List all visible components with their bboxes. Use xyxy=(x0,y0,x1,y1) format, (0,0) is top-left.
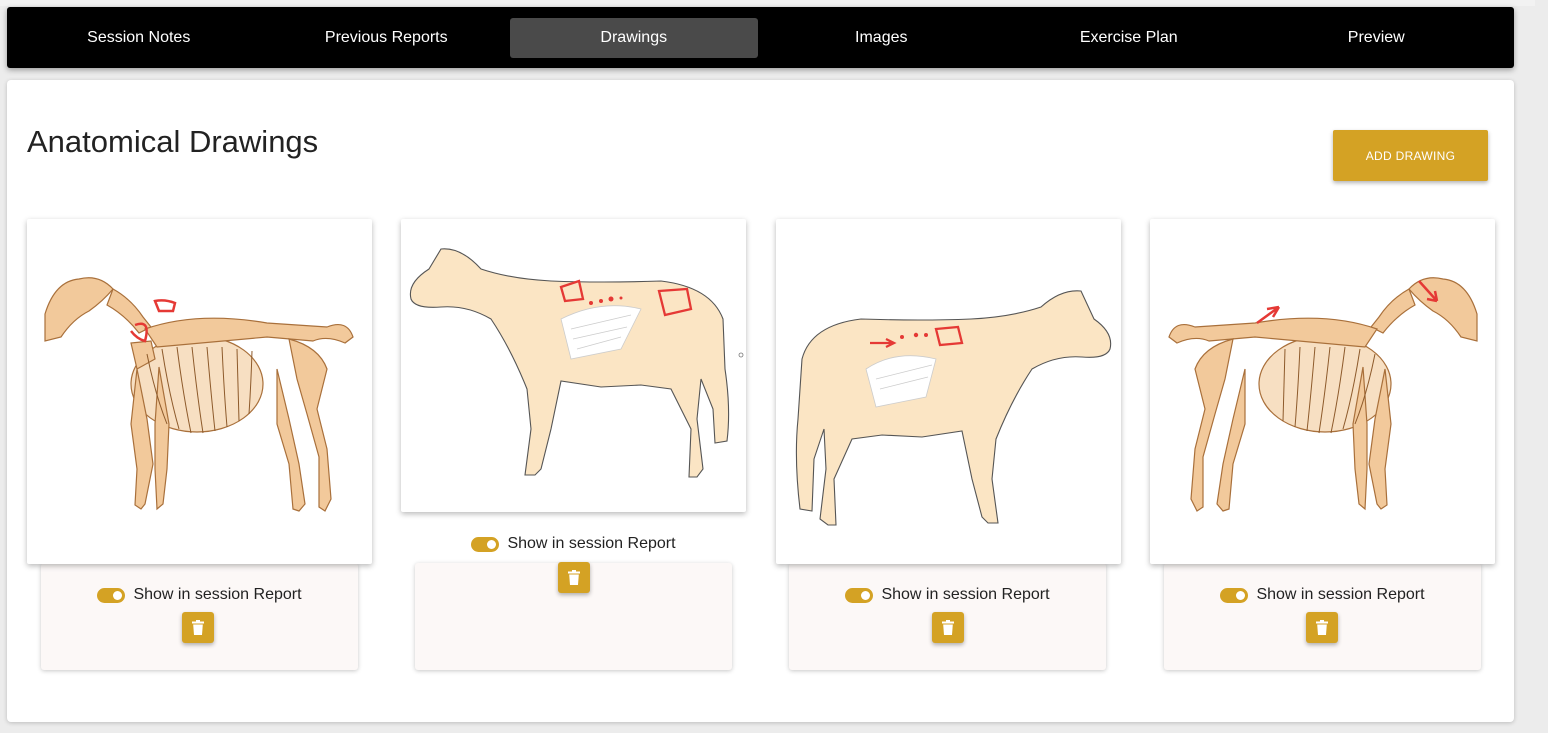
tab-session-notes[interactable]: Session Notes xyxy=(15,18,263,58)
drawing-card-footer-4: Show in session Report xyxy=(1164,563,1481,670)
show-in-report-row: Show in session Report xyxy=(41,584,358,606)
show-in-report-toggle[interactable] xyxy=(97,587,126,603)
drawing-card-footer-2: Show in session Report xyxy=(415,535,732,670)
add-drawing-button[interactable]: ADD DRAWING xyxy=(1333,130,1488,181)
page-title: Anatomical Drawings xyxy=(27,124,319,159)
delete-drawing-button[interactable] xyxy=(1306,612,1338,643)
trash-icon xyxy=(568,570,580,585)
tab-preview[interactable]: Preview xyxy=(1253,18,1501,58)
show-in-report-label: Show in session Report xyxy=(507,535,676,552)
show-in-report-toggle[interactable] xyxy=(845,587,874,603)
delete-drawing-button[interactable] xyxy=(182,612,214,643)
drawing-thumbnail-horse-skeleton[interactable] xyxy=(27,219,372,564)
delete-drawing-button[interactable] xyxy=(558,562,590,593)
show-in-report-row: Show in session Report xyxy=(1164,584,1481,606)
delete-drawing-button[interactable] xyxy=(932,612,964,643)
drawing-thumbnail-horse-muscle-left[interactable] xyxy=(401,219,746,512)
show-in-report-label: Show in session Report xyxy=(881,586,1050,603)
show-in-report-label: Show in session Report xyxy=(1256,586,1425,603)
trash-icon xyxy=(942,620,954,635)
show-in-report-row: Show in session Report xyxy=(789,584,1106,606)
show-in-report-toggle[interactable] xyxy=(1220,587,1249,603)
drawing-thumbnail-horse-muscle-right[interactable] xyxy=(776,219,1121,564)
horse-skeleton-drawing-mirrored xyxy=(1168,277,1478,512)
tab-images[interactable]: Images xyxy=(758,18,1006,58)
show-in-report-row: Show in session Report xyxy=(415,533,732,555)
trash-icon xyxy=(192,620,204,635)
top-strip xyxy=(0,0,1548,6)
horse-muscle-drawing xyxy=(409,248,744,478)
tab-drawings[interactable]: Drawings xyxy=(510,17,758,58)
show-in-report-label: Show in session Report xyxy=(133,586,302,603)
drawings-panel: Anatomical Drawings ADD DRAWING Show in … xyxy=(7,80,1514,722)
show-in-report-toggle[interactable] xyxy=(471,536,500,552)
tab-previous-reports[interactable]: Previous Reports xyxy=(263,18,511,58)
horse-muscle-drawing-mirrored xyxy=(795,290,1112,526)
trash-icon xyxy=(1316,620,1328,635)
main-tabs: Session Notes Previous Reports Drawings … xyxy=(7,7,1514,68)
drawing-thumbnail-horse-skeleton-right[interactable] xyxy=(1150,219,1495,564)
tab-exercise-plan[interactable]: Exercise Plan xyxy=(1005,18,1253,58)
drawing-card-footer-3: Show in session Report xyxy=(789,563,1106,670)
page-scrollbar[interactable] xyxy=(1535,0,1548,733)
drawing-card-footer-1: Show in session Report xyxy=(41,563,358,670)
horse-skeleton-drawing xyxy=(44,277,354,512)
